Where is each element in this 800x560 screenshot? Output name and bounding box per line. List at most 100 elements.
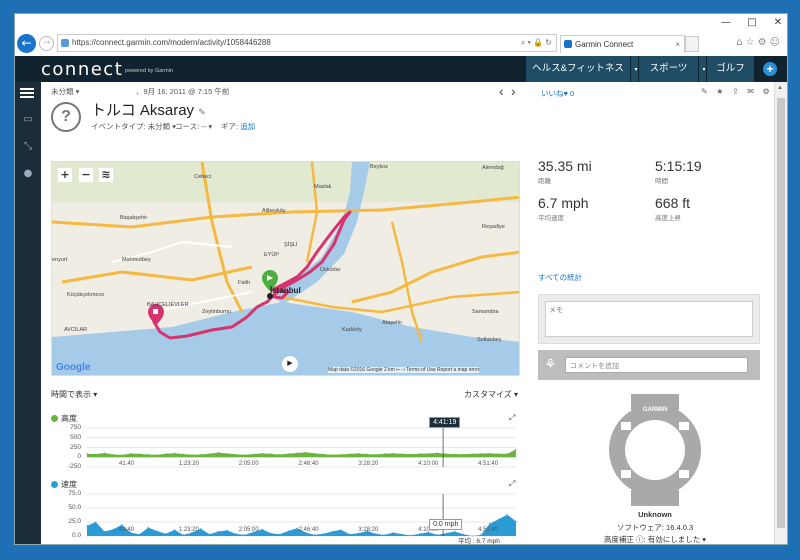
tab-close-icon[interactable]: × xyxy=(675,36,680,53)
distance-value: 35.35 mi xyxy=(538,158,592,174)
minimize-icon[interactable]: — xyxy=(719,16,733,30)
activity-title[interactable]: トルコ Aksaray ✎ xyxy=(91,99,206,120)
nav-golf[interactable]: ゴルフ xyxy=(706,56,754,82)
data-point xyxy=(287,530,289,532)
layers-icon[interactable]: ≋ xyxy=(99,168,113,182)
maximize-icon[interactable]: □ xyxy=(745,16,759,30)
y-tick-label: 750 xyxy=(70,424,81,431)
x-tick-label: 2:05:00 xyxy=(238,461,259,467)
y-tick-label: 250 xyxy=(70,443,81,451)
customize-dropdown[interactable]: カスタマイズ ▾ xyxy=(464,389,518,400)
data-point xyxy=(138,453,141,455)
activity-map[interactable]: + − ≋ ▶ Google Map data ©2016 Google 2 k… xyxy=(51,161,520,376)
map-label: Üsküdar xyxy=(320,267,341,273)
memo-input[interactable]: メモ xyxy=(545,301,753,337)
x-tick-label: 1:23:20 xyxy=(178,461,199,467)
elevation-chart[interactable]: 750 500 250 0 -250 41:40 1:23:20 2:05:00 2:46:40… xyxy=(51,417,521,477)
data-point xyxy=(340,529,342,531)
scroll-thumb[interactable] xyxy=(777,98,785,528)
main-content: 未分類 ▾ 、9月 16, 2011 @ 7:15 午前 ? トルコ Aksar… xyxy=(41,82,774,544)
zoom-in-button[interactable]: + xyxy=(58,168,72,182)
map-label: Kadıköy xyxy=(342,327,362,333)
url-actions-icon[interactable]: ⌕ ▾ 🔒 ↻ xyxy=(521,35,552,51)
comment-input[interactable]: コメントを追加 xyxy=(565,357,748,373)
data-point xyxy=(305,451,307,453)
category-dropdown[interactable]: 未分類 ▾ xyxy=(51,86,79,97)
elev-correction-dropdown[interactable]: 高度補正 ⓘ: 有効にしました ▾ xyxy=(555,534,755,544)
prev-activity-icon[interactable]: ‹ xyxy=(499,83,504,99)
nav-caret-2[interactable]: ▾ xyxy=(698,56,706,82)
nav-label: ゴルフ xyxy=(716,63,745,74)
expand-icon[interactable]: ⤢ xyxy=(509,413,515,423)
data-point xyxy=(314,452,316,454)
map-label: ŞİŞLİ xyxy=(284,242,298,248)
data-point xyxy=(217,530,219,533)
map-label: AVCILAR xyxy=(64,327,88,333)
activity-actions-icon[interactable]: ✎ ★ ⇪ ✉ ⚙ xyxy=(701,87,773,96)
page-scrollbar[interactable]: ▲ xyxy=(774,82,787,544)
address-bar-row: ← → https://connect.garmin.com/modern/ac… xyxy=(15,32,787,58)
map-label: Maslak xyxy=(314,184,332,190)
browser-tools-icon[interactable]: ⌂☆⚙☺ xyxy=(736,37,783,48)
forward-icon[interactable]: → xyxy=(39,36,54,51)
data-point xyxy=(191,454,193,456)
map-label: Mahmutbey xyxy=(122,257,151,263)
activity-type-icon[interactable]: ? xyxy=(51,102,81,132)
map-label: İstanbul xyxy=(270,286,301,295)
tab-garmin-connect[interactable]: Garmin Connect × xyxy=(560,35,685,53)
data-point xyxy=(156,530,158,532)
data-point xyxy=(103,452,106,454)
connections-icon[interactable]: ⤡ xyxy=(22,142,34,152)
event-type-dropdown[interactable]: イベントタイプ: 未分類 ▾ xyxy=(91,121,176,132)
map-attribution[interactable]: Map data ©2016 Google 2 km ⊢⊣ Terms of U… xyxy=(328,367,480,373)
y-tick-label: 0 xyxy=(77,453,81,461)
connect-logo[interactable]: connect xyxy=(41,59,123,80)
add-icon[interactable]: + xyxy=(763,62,777,76)
new-tab-button[interactable] xyxy=(685,36,699,52)
data-point xyxy=(366,453,368,455)
data-point xyxy=(86,525,88,527)
url-text: https://connect.garmin.com/modern/activi… xyxy=(72,38,271,47)
map-label: BAHÇELİEVLER xyxy=(147,302,189,308)
close-icon[interactable]: ✕ xyxy=(771,16,785,30)
next-activity-icon[interactable]: › xyxy=(511,83,516,99)
data-point xyxy=(454,530,456,533)
like-button[interactable]: いいね♥ 0 xyxy=(541,88,574,99)
data-point xyxy=(410,534,412,536)
menu-icon[interactable] xyxy=(20,88,34,98)
edit-icon[interactable]: ✎ xyxy=(198,107,206,117)
all-stats-link[interactable]: すべての統計 xyxy=(538,272,582,283)
nav-health-fitness[interactable]: ヘルス&フィットネス xyxy=(525,56,630,82)
scroll-up-icon[interactable]: ▲ xyxy=(777,85,783,91)
data-point xyxy=(261,528,263,530)
data-point xyxy=(480,452,482,455)
speed-chart[interactable]: 75.0 50.0 25.0 0.0 41:40 1:23:20 2:05:00 2:46:4… xyxy=(51,490,521,544)
zoom-out-button[interactable]: − xyxy=(79,168,93,182)
time-display-dropdown[interactable]: 時間で表示 ▾ xyxy=(51,389,97,400)
data-point xyxy=(497,453,500,455)
nav-caret-1[interactable]: ▾ xyxy=(630,56,638,82)
data-point xyxy=(182,453,184,455)
data-point xyxy=(270,453,272,455)
watch-svg: GARMIN xyxy=(609,394,701,506)
data-point xyxy=(454,453,456,455)
profile-icon[interactable]: ● xyxy=(22,169,34,179)
map-label: Alibeyköy xyxy=(262,208,286,214)
map-label: Reşadiye xyxy=(482,224,505,230)
add-gear-link[interactable]: 追加 xyxy=(240,122,255,131)
data-point xyxy=(436,452,438,454)
play-icon[interactable]: ▶ xyxy=(282,356,298,372)
data-point xyxy=(138,533,141,535)
data-point xyxy=(419,533,421,535)
course-dropdown[interactable]: コース: -- ▾ xyxy=(175,121,212,132)
data-point xyxy=(436,534,438,536)
url-field[interactable]: https://connect.garmin.com/modern/activi… xyxy=(57,34,557,52)
data-point xyxy=(95,521,97,523)
expand-icon[interactable]: ⤢ xyxy=(509,479,515,489)
back-icon[interactable]: ← xyxy=(17,34,36,53)
nav-sports[interactable]: スポーツ xyxy=(638,56,698,82)
inbox-icon[interactable]: ▭ xyxy=(22,115,34,125)
series-area xyxy=(87,449,516,458)
comment-panel: ⚘ コメントを追加 xyxy=(538,350,760,380)
like-count: 0 xyxy=(570,89,575,98)
